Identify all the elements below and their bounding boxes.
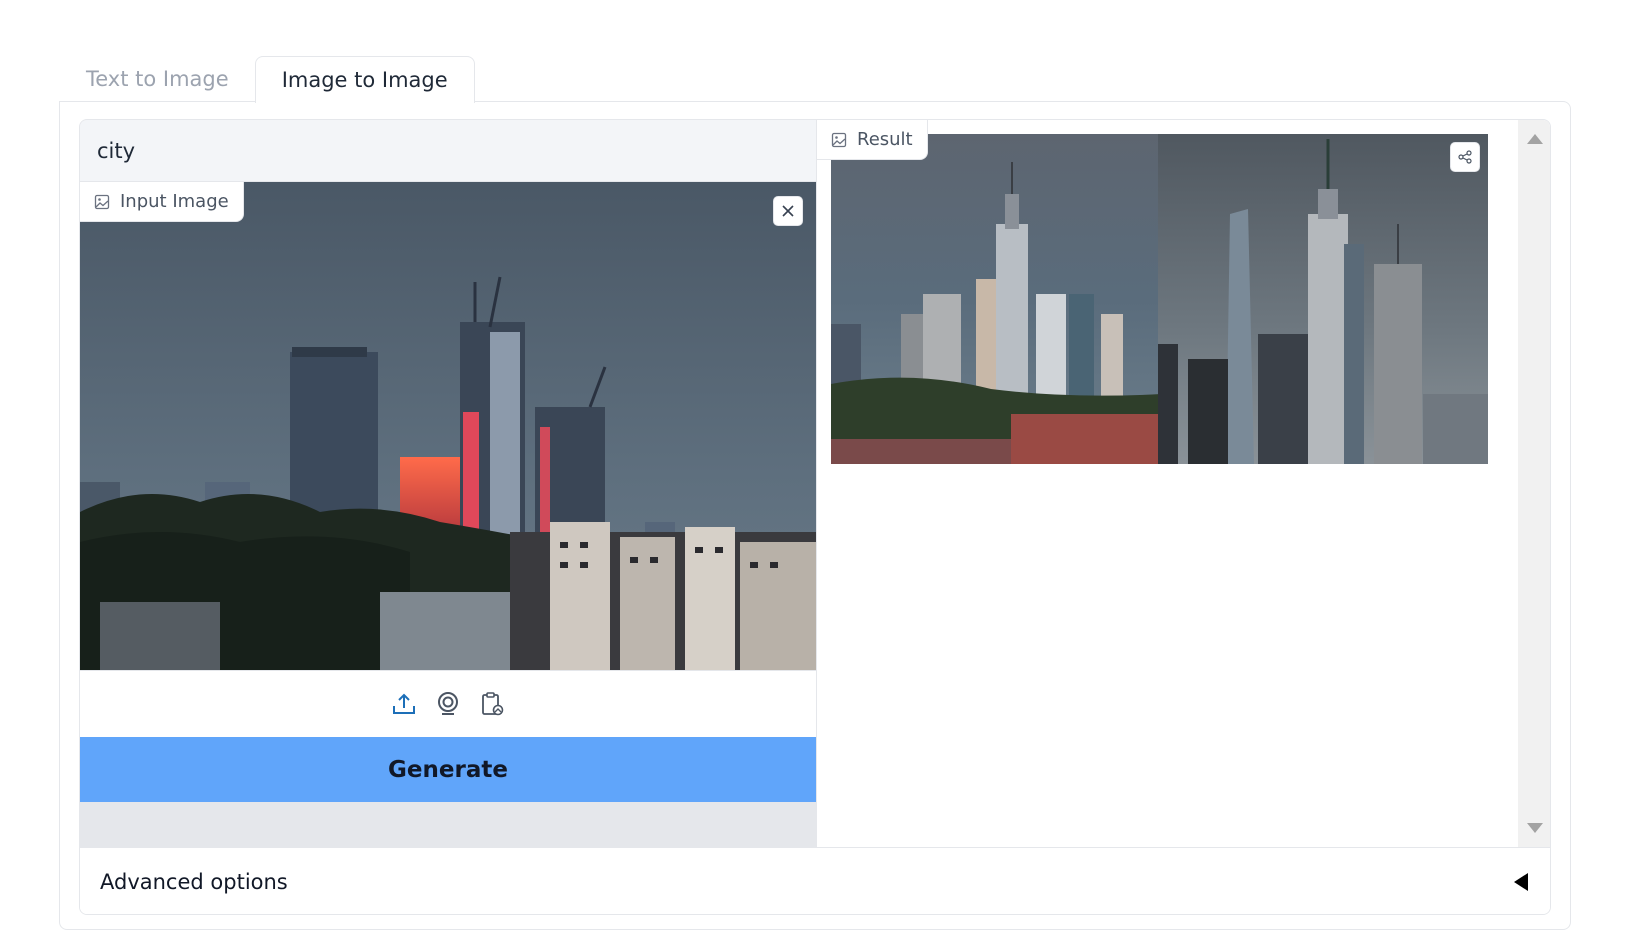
input-image-preview <box>80 182 816 670</box>
image-source-bar <box>80 670 816 737</box>
clipboard-icon <box>482 692 504 716</box>
main-block: Input Image <box>79 119 1551 915</box>
input-image-label: Input Image <box>80 182 244 222</box>
result-image-2[interactable] <box>1158 134 1488 464</box>
left-column: Input Image <box>80 120 816 847</box>
prompt-box <box>80 120 816 182</box>
tab-panel: Input Image <box>59 101 1571 930</box>
share-button[interactable] <box>1450 142 1480 172</box>
paste-clipboard-button[interactable] <box>478 690 506 718</box>
input-image-panel[interactable]: Input Image <box>80 182 816 737</box>
upload-button[interactable] <box>390 690 418 718</box>
close-icon <box>782 205 794 217</box>
generate-button[interactable]: Generate <box>80 737 816 802</box>
result-label-text: Result <box>857 129 913 150</box>
gallery-scrollbar[interactable] <box>1518 120 1550 847</box>
webcam-button[interactable] <box>434 690 462 718</box>
scroll-up-arrow[interactable] <box>1527 134 1543 144</box>
clear-image-button[interactable] <box>773 196 803 226</box>
result-gallery: Result <box>816 120 1550 847</box>
share-icon <box>1458 150 1472 164</box>
tab-text-to-image[interactable]: Text to Image <box>60 56 255 102</box>
upload-icon <box>393 693 415 714</box>
image-icon <box>831 132 847 147</box>
result-image-1[interactable] <box>831 134 1161 464</box>
advanced-options-label: Advanced options <box>100 870 288 894</box>
caret-left-icon <box>1514 873 1528 891</box>
image-icon <box>94 194 110 209</box>
advanced-options-accordion[interactable]: Advanced options <box>80 847 1550 914</box>
scroll-down-arrow[interactable] <box>1527 823 1543 833</box>
prompt-input[interactable] <box>80 120 816 181</box>
tab-bar: Text to Image Image to Image <box>60 56 475 103</box>
webcam-icon <box>438 692 458 715</box>
tab-image-to-image[interactable]: Image to Image <box>254 56 475 103</box>
input-image-label-text: Input Image <box>120 191 229 212</box>
result-label: Result <box>817 120 928 160</box>
